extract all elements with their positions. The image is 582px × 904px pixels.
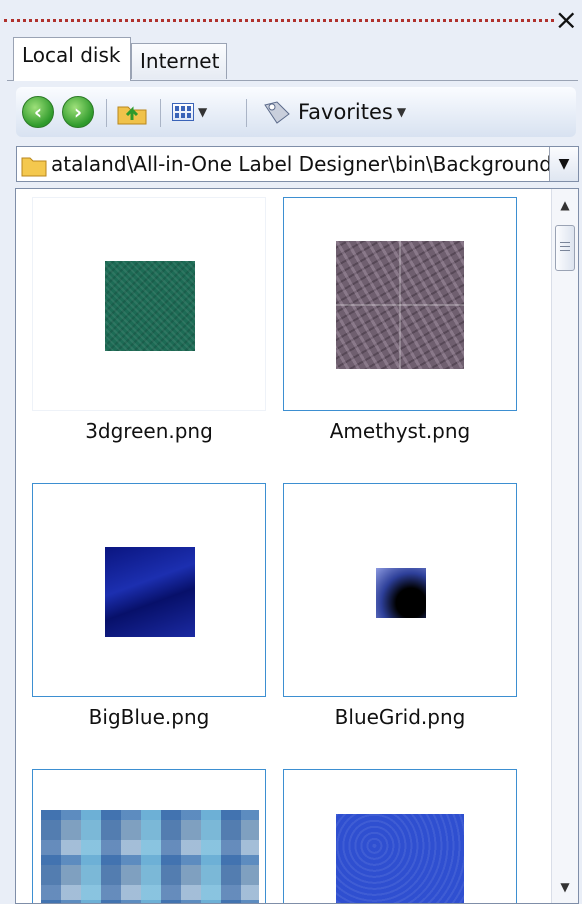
file-name: BigBlue.png (88, 705, 210, 729)
address-dropdown-button[interactable]: ▼ (549, 147, 578, 181)
thumbnail-image (376, 568, 426, 618)
thumbnail-image (41, 810, 259, 903)
thumbnail-item[interactable] (283, 197, 517, 411)
views-button[interactable]: ▼ (172, 95, 210, 129)
favorites-label: Favorites (298, 100, 393, 124)
forward-arrow-icon: › (62, 96, 94, 128)
close-icon[interactable]: × (555, 6, 578, 34)
thumbnail-item[interactable] (283, 769, 517, 903)
toolbar-separator (106, 99, 107, 127)
folder-up-icon (117, 106, 147, 125)
thumbnail-item[interactable] (32, 769, 266, 903)
tab-internet[interactable]: Internet (131, 43, 227, 79)
tab-local-disk[interactable]: Local disk (13, 37, 131, 81)
scrollbar-thumb[interactable] (555, 225, 575, 271)
favorites-icon (264, 101, 290, 124)
views-icon: ▼ (172, 98, 210, 126)
thumbnail-view: 3dgreen.png Amethyst.png BigBlue.png Blu… (15, 188, 579, 904)
scroll-up-icon[interactable]: ▲ (552, 193, 578, 217)
scroll-down-icon[interactable]: ▼ (552, 875, 578, 899)
file-browser-panel: Local disk Internet ‹ › ▼ Favorites ▼ at… (7, 35, 579, 904)
back-arrow-icon: ‹ (22, 96, 54, 128)
thumbnail-item[interactable] (283, 483, 517, 697)
toolbar-separator (160, 99, 161, 127)
thumbnail-image (105, 261, 195, 351)
thumbnail-item[interactable] (32, 483, 266, 697)
tab-strip: Local disk Internet (7, 35, 578, 81)
forward-button[interactable]: › (62, 95, 94, 129)
toolbar-separator (246, 99, 247, 127)
folder-icon (21, 157, 47, 177)
thumbnail-image (336, 814, 464, 903)
up-folder-button[interactable] (116, 95, 148, 129)
thumbnail-image (105, 547, 195, 637)
file-name: 3dgreen.png (85, 419, 213, 443)
file-name: BlueGrid.png (334, 705, 466, 729)
address-path[interactable]: ataland\All-in-One Label Designer\bin\Ba… (51, 147, 551, 181)
back-button[interactable]: ‹ (22, 95, 54, 129)
thumbnail-item[interactable] (32, 197, 266, 411)
vertical-scrollbar[interactable]: ▲ ▼ (551, 189, 578, 903)
chevron-down-icon: ▼ (396, 105, 407, 119)
file-name: Amethyst.png (329, 419, 471, 443)
favorites-button[interactable]: Favorites ▼ (262, 95, 406, 129)
address-bar[interactable]: ataland\All-in-One Label Designer\bin\Ba… (16, 146, 579, 182)
window-top-border (4, 19, 554, 22)
toolbar: ‹ › ▼ Favorites ▼ (16, 87, 576, 137)
thumbnail-image (336, 241, 464, 369)
